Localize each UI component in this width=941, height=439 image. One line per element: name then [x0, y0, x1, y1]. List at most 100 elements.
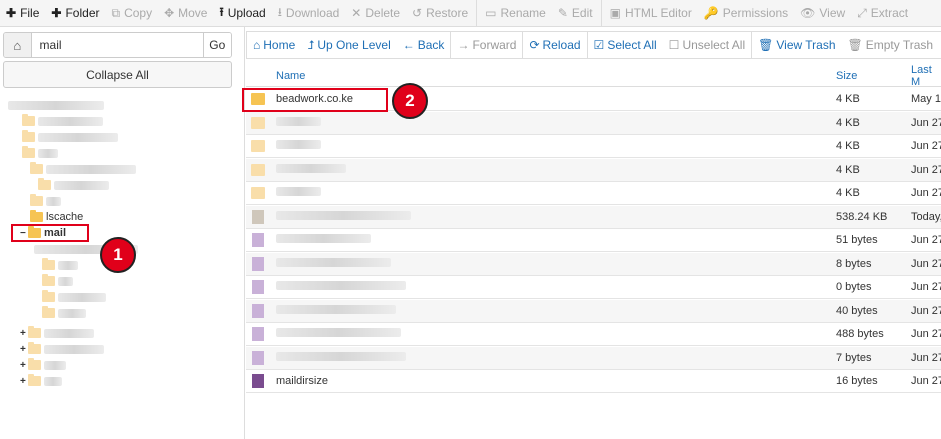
table-row[interactable]: 7 bytes Jun 27	[246, 346, 941, 370]
tree-item[interactable]	[38, 177, 109, 193]
file-name[interactable]	[276, 328, 401, 340]
table-row[interactable]: 0 bytes Jun 27	[246, 276, 941, 299]
tree-item[interactable]	[30, 161, 136, 177]
expand-toggle-icon[interactable]: +	[20, 376, 28, 387]
table-row[interactable]: 51 bytes Jun 27	[246, 229, 941, 252]
edit-button[interactable]: ✎ Edit	[552, 0, 599, 26]
table-row[interactable]: 4 KB Jun 27	[246, 182, 941, 205]
tree-item[interactable]	[42, 305, 86, 321]
extract-button[interactable]: ⤢ Extract	[851, 0, 914, 26]
tree-item[interactable]	[42, 273, 73, 289]
rename-icon: ▭	[485, 6, 497, 20]
highlight-mail-callout	[11, 224, 89, 242]
folder-icon	[251, 163, 265, 176]
table-row[interactable]: 40 bytes Jun 27	[246, 299, 941, 323]
table-row[interactable]: 488 bytes Jun 27	[246, 323, 941, 346]
file-name[interactable]	[276, 304, 396, 317]
file-name[interactable]	[276, 116, 321, 129]
home-button[interactable]: ⌂ Home	[247, 38, 301, 52]
tree-item[interactable]	[22, 113, 103, 129]
tree-item-lscache[interactable]: lscache	[30, 209, 83, 225]
nav-button-label: Home	[263, 38, 296, 52]
trash-icon: 🗑	[758, 38, 774, 52]
tree-item[interactable]	[42, 257, 78, 273]
file-name[interactable]: maildirsize	[276, 375, 328, 387]
redacted-name	[276, 163, 346, 173]
redacted-name	[276, 116, 321, 126]
file-name[interactable]	[276, 163, 346, 176]
redacted-name	[276, 351, 406, 361]
table-row[interactable]: 4 KB Jun 27	[246, 135, 941, 158]
collapse-all-button[interactable]: Collapse All	[3, 61, 232, 88]
file-name[interactable]	[276, 187, 321, 199]
move-button[interactable]: ✥ Move	[158, 0, 213, 26]
tree-item[interactable]	[42, 289, 106, 305]
nav-button-label: Forward	[472, 38, 517, 52]
forward-button[interactable]: → Forward	[451, 38, 522, 52]
select-all-button[interactable]: ☑ Select All	[588, 38, 663, 52]
view-trash-button[interactable]: 🗑 View Trash	[752, 38, 841, 52]
table-row[interactable]: maildirsize 16 bytes Jun 27	[246, 370, 941, 393]
step-badge-2: 2	[392, 83, 428, 119]
table-row[interactable]: 4 KB Jun 27	[246, 111, 941, 135]
tree-item[interactable]	[22, 129, 118, 145]
folder-button[interactable]: ✚ Folder	[45, 0, 105, 26]
table-row[interactable]: 8 bytes Jun 27	[246, 252, 941, 276]
expand-toggle-icon[interactable]: +	[20, 360, 28, 371]
path-input[interactable]	[31, 33, 203, 57]
expand-toggle-icon[interactable]: +	[20, 344, 28, 355]
back-button[interactable]: ← Back	[397, 38, 451, 52]
folder-icon	[42, 258, 55, 270]
tree-item-root[interactable]	[8, 97, 104, 113]
toolbar-separator	[476, 0, 478, 26]
file-name[interactable]	[276, 281, 406, 293]
file-size: 4 KB	[836, 140, 860, 152]
tree-item[interactable]	[22, 145, 58, 161]
tree-item[interactable]: +	[20, 373, 62, 389]
column-header-name[interactable]: Name	[276, 70, 305, 82]
file-modified-date: May 1	[911, 93, 941, 105]
unselect-all-icon: ☐	[668, 38, 680, 52]
expand-toggle-icon[interactable]: +	[20, 328, 28, 339]
file-size: 51 bytes	[836, 234, 878, 246]
rename-button[interactable]: ▭ Rename	[479, 0, 552, 26]
copy-button[interactable]: ⧉ Copy	[105, 0, 158, 26]
table-row[interactable]: 538.24 KB Today,	[246, 205, 941, 229]
tree-item[interactable]: +	[20, 341, 104, 357]
permissions-button[interactable]: 🔑 Permissions	[698, 0, 794, 26]
column-header-last-modified[interactable]: Last M	[911, 64, 941, 88]
file-name[interactable]	[276, 234, 371, 246]
home-icon[interactable]: ⌂	[4, 33, 32, 57]
download-button[interactable]: ⭳ Download	[272, 0, 346, 26]
html-editor-button[interactable]: ▣ HTML Editor	[604, 0, 698, 26]
tree-item[interactable]: +	[20, 325, 94, 341]
reload-button[interactable]: ⟳ Reload	[523, 38, 586, 52]
toolbar-button-label: Edit	[571, 6, 593, 20]
up-one-level-button[interactable]: ⮥ Up One Level	[301, 38, 396, 53]
delete-button[interactable]: ✕ Delete	[345, 0, 406, 26]
redacted-name	[276, 187, 321, 196]
redacted-name	[276, 140, 321, 149]
toolbar-button-label: Move	[178, 6, 208, 20]
tree-item-label: lscache	[46, 211, 84, 223]
unselect-all-button[interactable]: ☐ Unselect All	[663, 38, 751, 52]
go-button[interactable]: Go	[202, 33, 231, 57]
file-name[interactable]	[276, 210, 411, 223]
restore-button[interactable]: ↺ Restore	[406, 0, 474, 26]
file-size: 40 bytes	[836, 304, 878, 317]
empty-trash-button[interactable]: 🗑 Empty Trash	[842, 38, 940, 52]
file-icon	[252, 374, 264, 388]
column-header-size[interactable]: Size	[836, 70, 857, 82]
file-button[interactable]: ✚ File	[0, 0, 45, 26]
file-name[interactable]	[276, 257, 391, 270]
table-row[interactable]: 4 KB Jun 27	[246, 158, 941, 182]
file-name[interactable]	[276, 140, 321, 152]
tree-item[interactable]: +	[20, 357, 66, 373]
view-button[interactable]: 👁 View	[794, 0, 851, 26]
upload-button[interactable]: ⭱ Upload	[213, 0, 271, 26]
copy-icon: ⧉	[111, 5, 121, 20]
folder-icon	[42, 306, 55, 318]
file-name[interactable]	[276, 351, 406, 364]
highlight-folder-callout	[242, 88, 388, 112]
tree-item[interactable]	[30, 193, 61, 209]
